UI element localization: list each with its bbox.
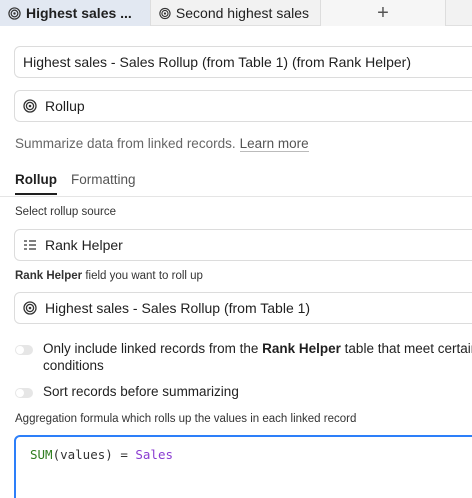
add-tab-button[interactable]: +: [321, 0, 446, 26]
aggregation-formula-editor[interactable]: SUM(values) = Sales: [14, 435, 472, 498]
subtab-divider: [0, 196, 472, 197]
config-subtabs: Rollup Formatting: [15, 172, 136, 195]
rollup-source-label: Select rollup source: [15, 206, 116, 218]
filter-text-before: Only include linked records from the: [43, 341, 259, 356]
tab-label: Second highest sales ...: [175, 5, 312, 21]
rollup-field-label-rest: field you want to roll up: [85, 270, 203, 282]
aggregation-label: Aggregation formula which rolls up the v…: [15, 413, 357, 425]
tab-bar-filler: [446, 0, 472, 25]
field-type-label: Rollup: [45, 98, 85, 114]
field-name-value: Highest sales - Sales Rollup (from Table…: [23, 54, 411, 70]
field-type-description: Summarize data from linked records. Learn…: [15, 136, 309, 152]
rollup-icon: [159, 7, 171, 19]
field-type-select[interactable]: Rollup: [14, 90, 472, 122]
filter-records-toggle[interactable]: [15, 345, 33, 355]
rollup-icon: [8, 6, 21, 20]
subtab-rollup[interactable]: Rollup: [15, 172, 57, 195]
sort-records-row: Sort records before summarizing: [15, 383, 472, 400]
rollup-field-label-table: Rank Helper: [15, 270, 83, 282]
rollup-icon: [23, 301, 37, 315]
rollup-field-label: Rank Helper field you want to roll up: [15, 270, 203, 282]
rollup-source-select[interactable]: Rank Helper: [14, 229, 472, 261]
linked-list-icon: [24, 240, 36, 250]
tab-highest-sales[interactable]: Highest sales ...: [0, 0, 151, 26]
tab-second-highest-sales[interactable]: Second highest sales ...: [151, 0, 321, 26]
description-text: Summarize data from linked records.: [15, 136, 236, 151]
learn-more-link[interactable]: Learn more: [239, 136, 309, 152]
subtab-formatting[interactable]: Formatting: [71, 172, 136, 195]
filter-records-row: Only include linked records from the Ran…: [15, 340, 472, 374]
rollup-field-select[interactable]: Highest sales - Sales Rollup (from Table…: [14, 292, 472, 324]
field-name-input[interactable]: Highest sales - Sales Rollup (from Table…: [14, 46, 472, 78]
filter-text-table: Rank Helper: [262, 341, 341, 356]
rollup-source-value: Rank Helper: [45, 237, 123, 253]
sort-records-toggle[interactable]: [15, 388, 33, 398]
formula-field: Sales: [135, 447, 174, 462]
tab-bar: Highest sales ... Second highest sales .…: [0, 0, 472, 26]
rollup-icon: [23, 99, 37, 113]
formula-args: (values): [52, 447, 113, 462]
formula-operator: =: [112, 447, 136, 462]
sort-records-text: Sort records before summarizing: [43, 384, 239, 399]
formula-function: SUM: [30, 447, 53, 462]
rollup-field-value: Highest sales - Sales Rollup (from Table…: [45, 300, 311, 316]
tab-label: Highest sales ...: [26, 5, 132, 21]
filter-records-text: Only include linked records from the Ran…: [43, 340, 472, 374]
